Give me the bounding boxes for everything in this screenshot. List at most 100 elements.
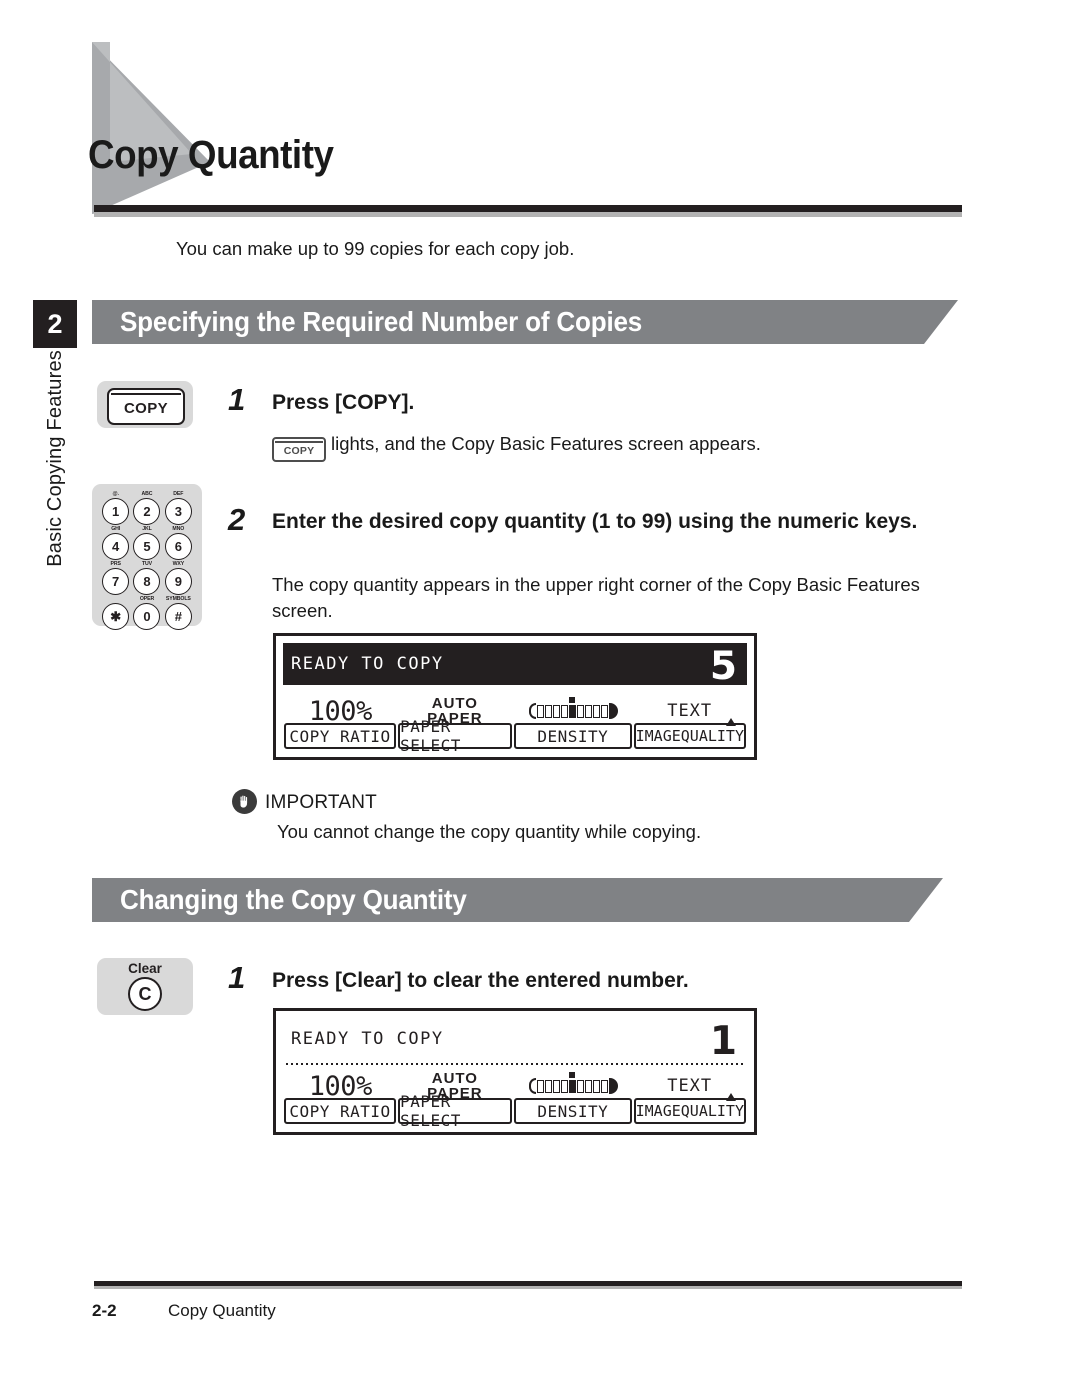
step-heading-1-2: Enter the desired copy quantity (1 to 99… (272, 510, 918, 533)
gauge-tick (576, 704, 584, 718)
keypad-cell-9: WXY 9 (163, 561, 194, 595)
gauge-tick (584, 704, 592, 718)
softkey-copy-ratio[interactable]: COPY RATIO (284, 723, 397, 749)
keypad-cell-3: DEF 3 (163, 491, 194, 525)
step-number-2-1: 1 (228, 960, 246, 995)
page-title: Copy Quantity (88, 133, 334, 177)
gauge-tick (600, 1079, 608, 1093)
chapter-tab-label-text: Basic Copying Features (43, 350, 66, 567)
gauge-tick (576, 1079, 584, 1093)
clear-key-label: Clear (128, 960, 162, 976)
lcd-paper-select-line1: AUTO (431, 695, 478, 712)
keypad-sublabel: PRS (110, 561, 121, 567)
gauge-left-cap-icon (528, 1078, 536, 1094)
gauge-tick (544, 1079, 552, 1093)
step-heading-1-1: Press [COPY]. (272, 391, 415, 414)
section-heading-text: Specifying the Required Number of Copies (120, 306, 643, 337)
keypad-cell-7: PRS 7 (100, 561, 131, 595)
keypad-key-3: 3 (164, 498, 192, 525)
lcd-status-text: READY TO COPY (291, 1029, 444, 1049)
keypad-key-5: 5 (133, 533, 161, 560)
gauge-right-cap-icon (608, 1078, 618, 1094)
up-arrow-icon (726, 1093, 736, 1101)
lcd-softkey-row: COPY RATIO PAPER SELECT DENSITY IMAGEQUA… (284, 717, 746, 755)
keypad-cell-6: MNO 6 (163, 526, 194, 560)
gauge-tick (552, 1079, 560, 1093)
keypad-sublabel: TUV (141, 561, 153, 567)
softkey-image-quality[interactable]: IMAGEQUALITY (633, 718, 746, 749)
title-rule-light (94, 212, 962, 217)
gauge-tick (560, 1079, 568, 1093)
keypad-cell-5: JKL 5 (131, 526, 162, 560)
numeric-keypad-illustration: @. 1 ABC 2 DEF 3 GHI 4 JKL 5 MNO 6 PRS 7 TUV 8 WXY 9 ✱ OPER… (92, 484, 202, 630)
softkey-density[interactable]: DENSITY (513, 1098, 632, 1124)
keypad-key-7: 7 (102, 568, 130, 595)
footer-running-title: Copy Quantity (168, 1301, 276, 1320)
step-heading-2-1: Press [Clear] to clear the entered numbe… (272, 969, 689, 992)
gauge-right-cap-icon (608, 703, 618, 719)
keypad-cell-1: @. 1 (100, 491, 131, 525)
keypad-cell-✱: ✱ (100, 596, 131, 630)
title-rule-dark (94, 205, 962, 212)
gauge-tick (600, 704, 608, 718)
section-heading-changing: Changing the Copy Quantity (92, 878, 943, 922)
keypad-cell-2: ABC 2 (131, 491, 162, 525)
section-heading-specifying: Specifying the Required Number of Copies (92, 300, 958, 344)
keypad-sublabel: OPER (139, 596, 155, 602)
lcd-copy-quantity: 1 (709, 1019, 737, 1065)
keypad-sublabel: @. (112, 491, 119, 497)
step-body-1-1: COPY lights, and the Copy Basic Features… (272, 431, 761, 463)
step-number-1-1: 1 (228, 382, 246, 417)
softkey-copy-ratio[interactable]: COPY RATIO (284, 1098, 397, 1124)
gauge-left-cap-icon (528, 703, 536, 719)
keypad-key-1: 1 (102, 498, 130, 525)
step-body-1-1-text: lights, and the Copy Basic Features scre… (331, 433, 761, 454)
section-heading-text: Changing the Copy Quantity (120, 884, 467, 915)
softkey-paper-select[interactable]: PAPER SELECT (398, 717, 512, 755)
keypad-key-4: 4 (102, 533, 130, 560)
gauge-tick (536, 704, 544, 718)
softkey-density[interactable]: DENSITY (513, 723, 632, 749)
keypad-key-0: 0 (133, 603, 161, 630)
lcd-status-bar: READY TO COPY 1 (283, 1018, 747, 1065)
manual-page: Copy Quantity You can make up to 99 copi… (0, 0, 1080, 1388)
lcd-softkey-row: COPY RATIO PAPER SELECT DENSITY IMAGEQUA… (284, 1092, 746, 1130)
keypad-cell-8: TUV 8 (131, 561, 162, 595)
keypad-key-✱: ✱ (102, 603, 130, 630)
chapter-tab-number: 2 (33, 300, 77, 348)
keypad-sublabel: DEF (173, 491, 184, 497)
lcd-screen-quantity-1: READY TO COPY 1 100% AUTO PAPER TEXT COP… (273, 1008, 757, 1135)
footer-page-number: 2-2 (92, 1301, 117, 1320)
hand-icon (232, 789, 257, 814)
gauge-tick (584, 1079, 592, 1093)
gauge-tick (552, 704, 560, 718)
gauge-tick (592, 1079, 600, 1093)
clear-key-glyph: C (128, 977, 162, 1012)
keypad-key-6: 6 (164, 533, 192, 560)
density-gauge-graphic (528, 1071, 618, 1094)
lcd-copy-quantity: 5 (709, 644, 737, 690)
gauge-tick (592, 704, 600, 718)
inline-copy-badge-label: COPY (283, 445, 315, 457)
softkey-image-quality-label: IMAGEQUALITY (635, 727, 744, 745)
gauge-tick (560, 704, 568, 718)
keypad-cell-4: GHI 4 (100, 526, 131, 560)
keypad-key-2: 2 (133, 498, 161, 525)
softkey-paper-select[interactable]: PAPER SELECT (398, 1092, 512, 1130)
numeric-keypad-grid: @. 1 ABC 2 DEF 3 GHI 4 JKL 5 MNO 6 PRS 7 TUV 8 WXY 9 ✱ OPER… (100, 491, 194, 630)
copy-key-face: COPY (107, 388, 185, 425)
keypad-sublabel: JKL (142, 526, 152, 532)
up-arrow-icon (726, 718, 736, 726)
title-decoration (92, 42, 210, 214)
note-body: You cannot change the copy quantity whil… (277, 821, 702, 842)
keypad-key-#: # (164, 603, 192, 630)
footer-rule-light (94, 1286, 962, 1289)
keypad-key-9: 9 (164, 568, 192, 595)
lcd-screen-quantity-5: READY TO COPY 5 100% AUTO PAPER TEXT COP… (273, 633, 757, 760)
step-number-1-2: 2 (228, 502, 246, 537)
gauge-tick (536, 1079, 544, 1093)
inline-copy-badge: COPY (272, 437, 326, 463)
softkey-image-quality[interactable]: IMAGEQUALITY (633, 1093, 746, 1124)
density-gauge-graphic (528, 696, 618, 719)
keypad-sublabel: ABC (141, 491, 153, 497)
